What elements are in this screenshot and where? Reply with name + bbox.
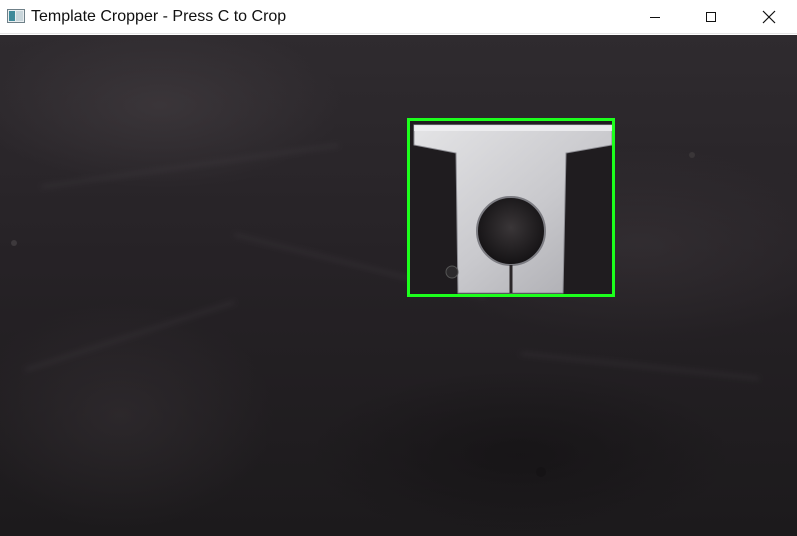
scene-drawing <box>11 121 695 477</box>
minimize-icon <box>650 16 660 18</box>
app-window-icon <box>7 9 25 23</box>
close-icon <box>762 10 776 23</box>
crop-selection-rectangle[interactable] <box>407 118 615 297</box>
window-title: Template Cropper - Press C to Crop <box>31 8 287 25</box>
minimize-button[interactable] <box>632 0 678 33</box>
close-button[interactable] <box>746 0 792 33</box>
window-titlebar[interactable]: Template Cropper - Press C to Crop <box>0 0 797 34</box>
maximize-button[interactable] <box>688 0 734 33</box>
maximize-icon <box>706 11 716 22</box>
cloth-speck <box>536 467 546 477</box>
image-canvas[interactable] <box>0 35 797 536</box>
cloth-speck <box>11 240 17 246</box>
cloth-speck <box>689 152 695 158</box>
